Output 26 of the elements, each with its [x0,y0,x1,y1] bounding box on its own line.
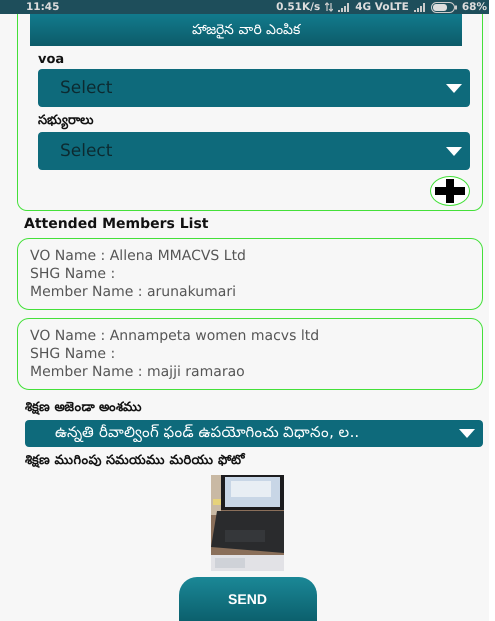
section-title: Attended Members List [24,216,210,232]
member-detail: VO Name : Annampeta women macvs ltd [30,327,320,346]
caret-icon [446,146,462,156]
field-label: voa [38,52,66,68]
field-label: సభ్యురాలు [38,113,95,130]
field-label: శిక్షణ ముగింపు సమయము మరియు ఫోటో [25,453,246,470]
member-detail: SHG Name : [30,345,116,364]
caret-icon [459,429,475,438]
member-detail: SHG Name : [30,265,116,284]
send-button[interactable]: SEND [178,577,316,621]
network-type: 4G VoLTE [355,1,409,14]
signal-icon [338,2,350,12]
network-speed: 0.51K/s [276,1,320,14]
field-label: శిక్షణ అజెండా అంశము [25,400,144,418]
add-button[interactable] [430,176,470,206]
caret-icon [446,84,462,93]
signal-icon [414,2,426,12]
member-detail: Member Name : arunakumari [30,283,238,302]
member-detail: VO Name : Allena MMACVS Ltd [30,247,247,266]
status-time: 11:45 [26,1,60,14]
battery-icon [430,2,457,13]
member-detail: Member Name : majji ramarao [30,363,246,382]
card-header: హాజరైన వారి ఎంపిక [30,14,462,46]
battery-percent: 68% [462,1,487,14]
select-dropdown[interactable]: ఉన్నతి రీవాల్వింగ్ ఫండ్ ఉపయోగించు విధానం, ల.. [25,420,483,447]
data-arrows-icon [325,2,334,12]
